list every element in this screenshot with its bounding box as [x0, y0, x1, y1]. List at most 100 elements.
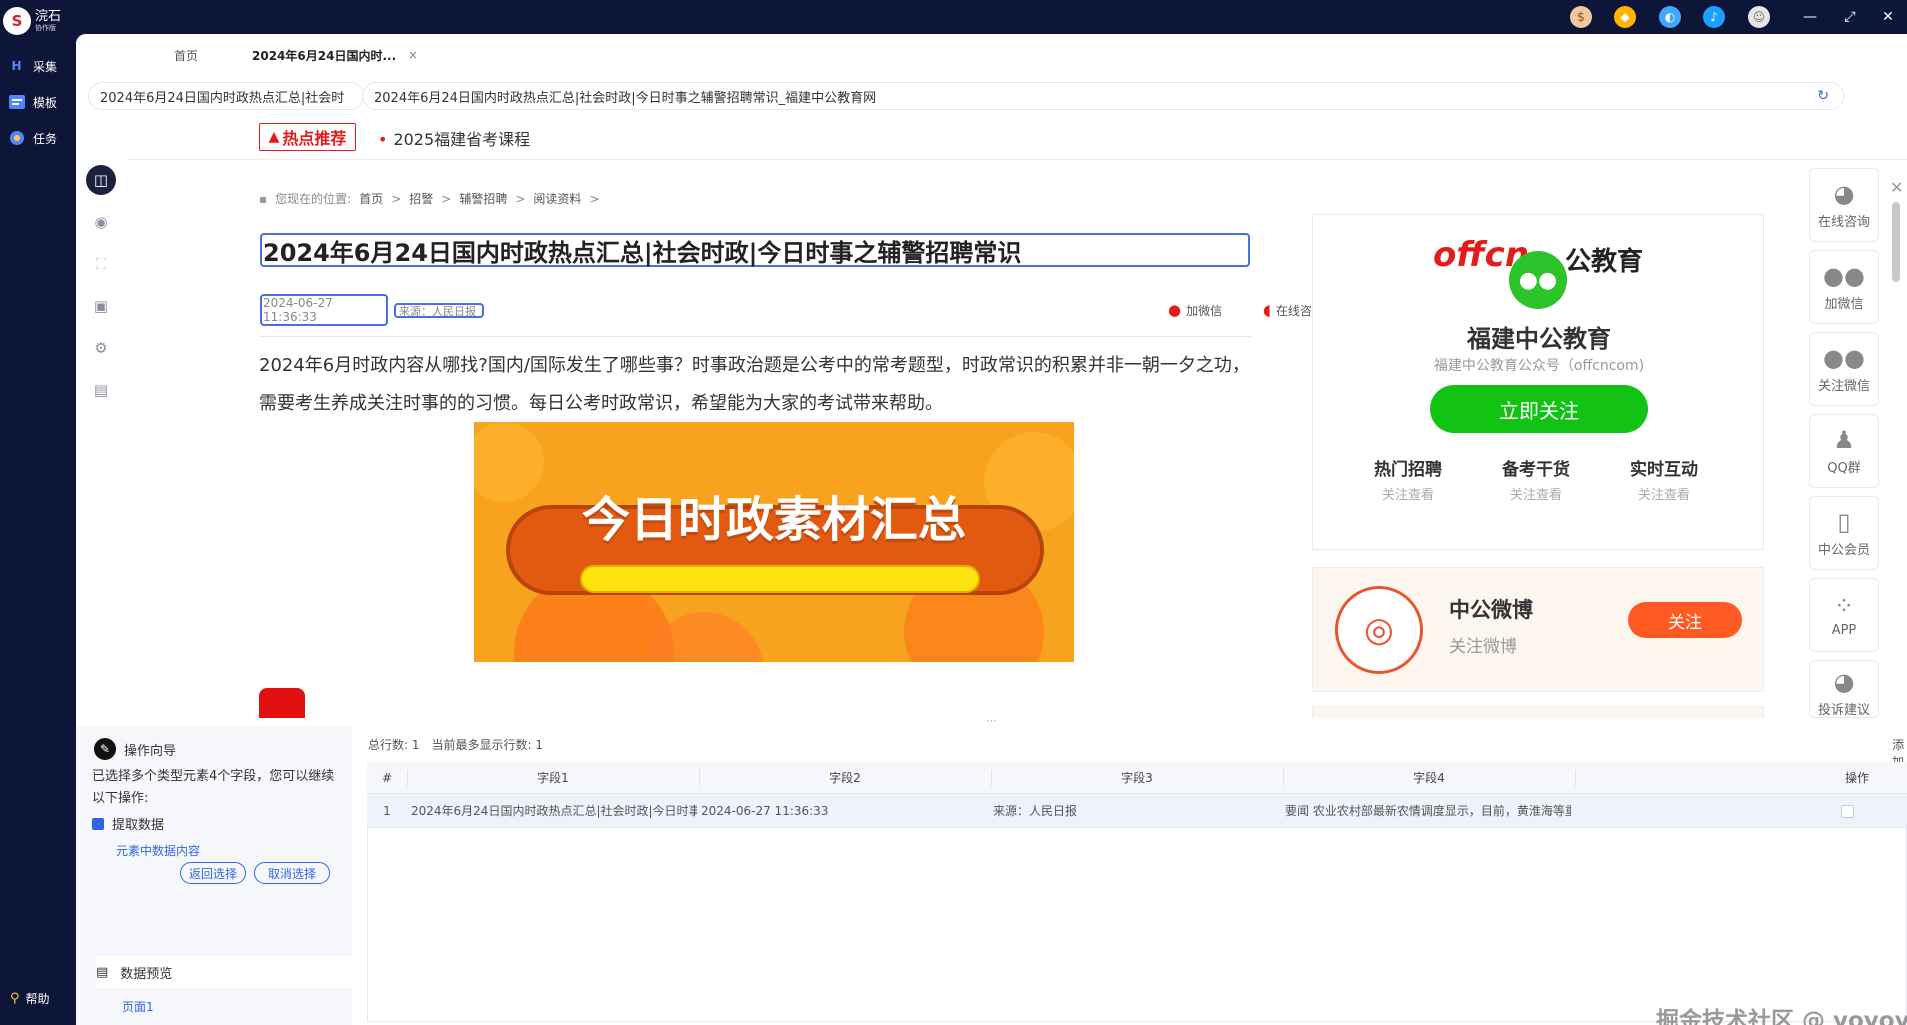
close-window-button[interactable]: ✕ — [1876, 6, 1900, 28]
avatar[interactable]: ☺ — [1748, 6, 1770, 28]
preview-header: ▤ 数据预览 — [96, 956, 352, 988]
row-checkbox[interactable] — [1841, 805, 1854, 818]
offcn-col-hot-jobs[interactable]: 热门招聘 关注查看 — [1353, 455, 1463, 503]
float-label: 加微信 — [1824, 296, 1864, 312]
diamond-icon[interactable]: ◆ — [1614, 6, 1636, 28]
weibo-follow-button[interactable]: 关注 — [1628, 602, 1742, 638]
guide-message: 已选择多个类型元素4个字段，您可以继续以下操作: — [92, 769, 335, 806]
nav-item-template[interactable]: 模板 — [8, 91, 72, 113]
main-panel: 首页 2024年6月24日国内时... × 2024年6月24日国内时政热点汇总… — [76, 34, 1907, 1025]
extract-data-option[interactable]: 提取数据 — [92, 814, 164, 833]
article-intro: 2024年6月时政内容从哪找?国内/国际发生了哪些事？时事政治题是公考中的常考题… — [259, 347, 1251, 423]
eye-icon[interactable]: ◉ — [86, 207, 116, 237]
data-grid: 总行数: 1 当前最多显示行数: 1 ⊞ 添加字段 ⚙ # 字段1 字段2 字段… — [352, 726, 1907, 1025]
panel-splitter[interactable]: ⋯ — [76, 717, 1907, 727]
nav-item-collect[interactable]: H 采集 — [8, 55, 72, 77]
scrollbar-thumb[interactable] — [1892, 202, 1900, 282]
tool-strip: ◫ ◉ ⛶ ▣ ⚙ ▤ — [76, 118, 128, 718]
tab-label: 首页 — [173, 48, 198, 63]
table-icon: ▤ — [96, 964, 109, 980]
extract-icon — [92, 817, 104, 830]
scrollbar[interactable] — [1890, 200, 1902, 690]
col-header-field2[interactable]: 字段2 — [699, 762, 991, 793]
float-add-wechat[interactable]: ●● 加微信 — [1809, 250, 1879, 324]
url-text: 2024年6月24日国内时政热点汇总|社会时政|今日时事之辅警招聘常识_福建中公… — [374, 90, 877, 106]
wechat-bubble-icon: ●● — [1509, 251, 1567, 309]
weibo-title: 中公微博 — [1449, 598, 1533, 622]
col-header-field1[interactable]: 字段1 — [407, 762, 699, 793]
nav-label: 模板 — [33, 95, 58, 110]
browser-beta-icon[interactable]: ◐ — [1659, 6, 1681, 28]
tab-home[interactable]: 首页 — [146, 44, 226, 66]
breadcrumb-prefix: 您现在的位置: — [275, 192, 352, 206]
breadcrumb-item[interactable]: 阅读资料 — [533, 190, 581, 207]
tab-article[interactable]: 2024年6月24日国内时... × — [246, 44, 428, 66]
cell-field1[interactable]: 2024年6月24日国内时政热点汇总|社会时政|今日时事之辅警招... — [411, 794, 697, 827]
banner-bar — [580, 565, 980, 593]
moneybag-icon[interactable]: $ — [1570, 6, 1592, 28]
screenshot-icon[interactable]: ▣ — [86, 291, 116, 321]
hot-course-link[interactable]: • 2025福建省考课程 — [378, 126, 530, 150]
fullscreen-icon[interactable]: ⛶ — [86, 249, 116, 279]
headset-icon: ◕ — [1833, 179, 1855, 208]
col-header-field4[interactable]: 字段4 — [1283, 762, 1575, 793]
cell-field3[interactable]: 来源：人民日报 — [993, 794, 1279, 827]
flame-icon: ▲ — [268, 129, 280, 145]
nav-item-task[interactable]: 任务 — [8, 127, 72, 149]
hot-badge-label: 热点推荐 — [282, 129, 347, 148]
wechat-follow-icon: ●● — [1823, 343, 1865, 372]
guide-title: 操作向导 — [124, 743, 177, 759]
back-select-button[interactable]: 返回选择 — [180, 862, 246, 884]
notification-icon[interactable]: ♪ — [1703, 6, 1725, 28]
follow-button[interactable]: 立即关注 — [1430, 385, 1648, 433]
offcn-card: offcn 公教育 ●● 福建中公教育 福建中公教育公众号（offcncom) … — [1312, 214, 1764, 550]
location-icon: ▪ — [259, 191, 268, 206]
hot-bar: ▲ 热点推荐 • 2025福建省考课程 — [128, 118, 1907, 160]
page-title-pill[interactable]: 2024年6月24日国内时政热点汇总|社会时 — [88, 82, 364, 110]
sidebar-toggle-icon[interactable]: ◫ — [86, 165, 116, 195]
hot-badge[interactable]: ▲ 热点推荐 — [259, 123, 356, 151]
col-header-field3[interactable]: 字段3 — [991, 762, 1283, 793]
article-title[interactable]: 2024年6月24日国内时政热点汇总|社会时政|今日时事之辅警招聘常识 — [260, 233, 1250, 267]
offcn-sub: 福建中公教育公众号（offcncom) — [1433, 358, 1645, 374]
intro-line: 需要考生养成关注时事的的习惯。每日公考时政常识，希望能为大家的考试带来帮助。 — [259, 393, 943, 414]
float-member[interactable]: ▯ 中公会员 — [1809, 496, 1879, 570]
offcn-name: 福建中公教育 — [1467, 325, 1611, 353]
tab-close-icon[interactable]: × — [408, 48, 418, 62]
element-content-link[interactable]: 元素中数据内容 — [116, 842, 200, 859]
minimize-button[interactable]: — — [1798, 6, 1822, 28]
float-online-consult[interactable]: ◕ 在线咨询 — [1809, 168, 1879, 242]
save-icon[interactable]: ▤ — [86, 375, 116, 405]
float-app[interactable]: ⁘ APP — [1809, 578, 1879, 652]
breadcrumb-item[interactable]: 招警 — [409, 190, 433, 207]
float-qq-group[interactable]: ♟ QQ群 — [1809, 414, 1879, 488]
offcn-logo-cn: 公教育 — [1565, 247, 1644, 277]
cancel-select-button[interactable]: 取消选择 — [254, 862, 330, 884]
offcn-col-prep[interactable]: 备考干货 关注查看 — [1481, 455, 1591, 503]
breadcrumb-item[interactable]: 首页 — [359, 190, 383, 207]
url-input[interactable]: 2024年6月24日国内时政热点汇总|社会时政|今日时事之辅警招聘常识_福建中公… — [362, 82, 1844, 110]
collect-icon: H — [11, 59, 22, 73]
page-item[interactable]: 页面1 — [122, 998, 154, 1015]
float-label: 中公会员 — [1817, 542, 1870, 558]
breadcrumb-item[interactable]: 辅警招聘 — [459, 190, 507, 207]
gear-icon[interactable]: ⚙ — [86, 333, 116, 363]
refresh-icon[interactable]: ↻ — [1817, 88, 1829, 104]
float-follow-wechat[interactable]: ●● 关注微信 — [1809, 332, 1879, 406]
help-button[interactable]: ⚲ 帮助 — [10, 990, 50, 1007]
offcn-col-live[interactable]: 实时互动 关注查看 — [1609, 455, 1719, 503]
total-rows: 总行数: 1 — [368, 738, 420, 752]
left-nav: S 浣石 协作版 H 采集 模板 任务 ⚲ 帮助 — [0, 0, 76, 1025]
compass-icon: ✎ — [94, 738, 116, 760]
cell-field2[interactable]: 2024-06-27 11:36:33 — [701, 794, 987, 827]
cell-field4[interactable]: 要闻 农业农村部最新农情调度显示，目前，黄淮海等重点地区... — [1285, 794, 1571, 827]
article-date[interactable]: 2024-06-27 11:36:33 — [260, 294, 388, 326]
add-wechat-link[interactable]: ● 加微信 — [1168, 301, 1222, 319]
table-row[interactable]: 1 2024年6月24日国内时政热点汇总|社会时政|今日时事之辅警招... 20… — [367, 794, 1907, 828]
nav-label: 任务 — [33, 131, 58, 146]
float-complaint[interactable]: ◕ 投诉建议 — [1809, 660, 1879, 718]
article-source[interactable]: 来源：人民日报 — [394, 303, 484, 318]
close-icon[interactable]: ✕ — [1890, 178, 1903, 197]
col-header-index: # — [381, 770, 393, 785]
maximize-button[interactable]: ⤢ — [1838, 6, 1862, 28]
